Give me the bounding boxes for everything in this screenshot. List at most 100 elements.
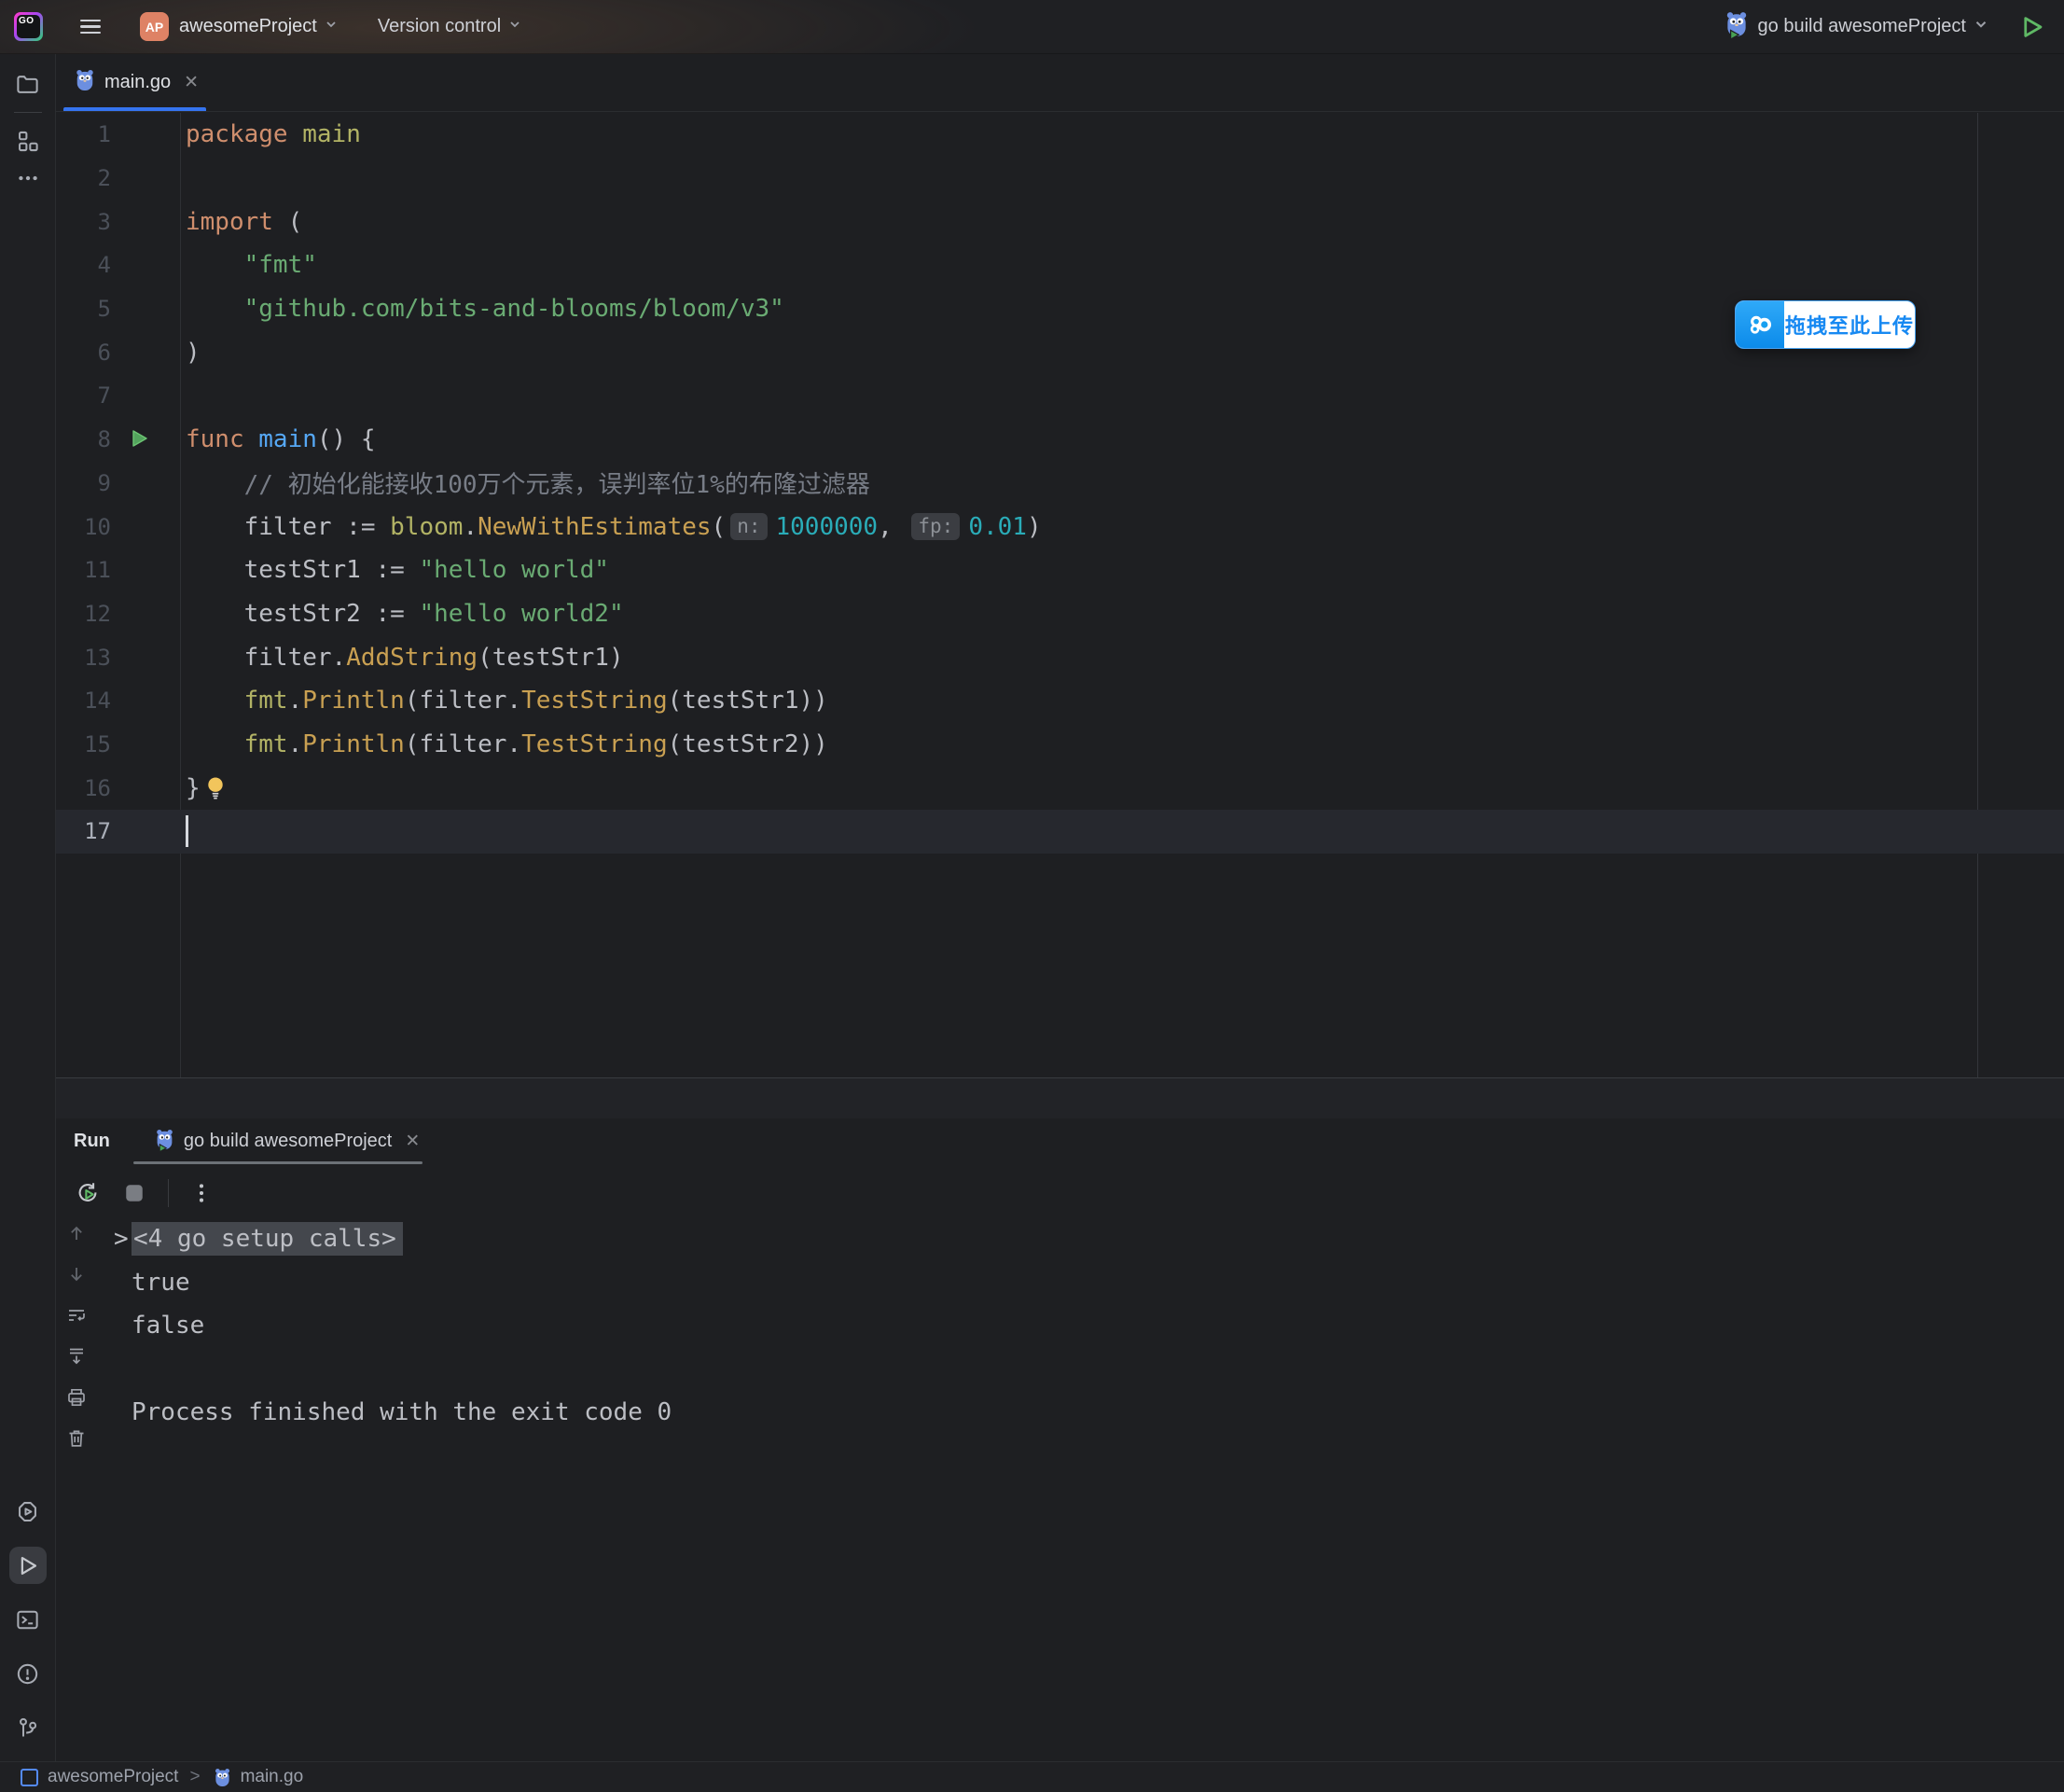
rerun-icon[interactable] (75, 1180, 101, 1206)
project-avatar[interactable]: AP (140, 12, 169, 41)
code-line[interactable]: 1package main (56, 113, 2064, 157)
breadcrumb-file[interactable]: main.go (241, 1767, 304, 1787)
text-caret (186, 815, 188, 847)
tab-main-go[interactable]: main.go ✕ (56, 54, 214, 111)
run-panel-toolbar (56, 1164, 2064, 1222)
run-panel-header: Run go build awesomeProject ✕ (56, 1118, 2064, 1164)
structure-tool-window-icon[interactable] (9, 122, 47, 160)
folded-output[interactable]: <4 go setup calls> (132, 1222, 403, 1256)
netdisk-cloud-icon (1736, 301, 1784, 348)
line-number: 2 (56, 165, 180, 191)
code-line[interactable]: 7 (56, 374, 2064, 418)
code-line[interactable]: 13 filter.AddString(testStr1) (56, 635, 2064, 679)
code-text: fmt.Println(filter.TestString(testStr1)) (186, 687, 828, 715)
project-selector[interactable]: awesomeProject (179, 16, 317, 37)
run-panel-title: Run (74, 1131, 110, 1152)
code-line[interactable]: 10 filter := bloom.NewWithEstimates(n:10… (56, 505, 2064, 549)
main-menu-icon[interactable] (80, 20, 101, 35)
stop-icon[interactable] (121, 1180, 147, 1206)
run-tool-window: Run go build awesomeProject ✕ (56, 1118, 2064, 1761)
editor-tab-bar: main.go ✕ (56, 54, 2064, 112)
console-line: Process finished with the exit code 0 (56, 1391, 2064, 1435)
chevron-down-icon (507, 17, 522, 36)
line-number: 12 (56, 601, 180, 627)
line-number: 5 (56, 296, 180, 322)
title-bar: GO AP awesomeProject Version control go … (0, 0, 2064, 54)
code-line[interactable]: 9 // 初始化能接收100万个元素，误判率位1%的布隆过滤器 (56, 462, 2064, 506)
breadcrumb-project[interactable]: awesomeProject (48, 1767, 178, 1787)
line-number: 1 (56, 121, 180, 147)
line-number: 14 (56, 688, 180, 714)
code-text: func main() { (186, 425, 376, 453)
code-text: "github.com/bits-and-blooms/bloom/v3" (186, 295, 784, 323)
gopher-run-icon (1725, 10, 1749, 43)
code-line[interactable]: 12 testStr2 := "hello world2" (56, 592, 2064, 636)
gopher-file-icon (75, 68, 95, 97)
console-text: false (132, 1312, 204, 1340)
run-tool-window-icon[interactable] (9, 1547, 47, 1584)
close-run-tab-icon[interactable]: ✕ (405, 1131, 420, 1152)
drag-upload-button[interactable]: 拖拽至此上传 (1735, 300, 1916, 349)
code-text: } (186, 774, 226, 802)
line-number: 8 (56, 426, 180, 452)
code-line[interactable]: 4 "fmt" (56, 243, 2064, 287)
code-text: testStr1 := "hello world" (186, 556, 609, 584)
console-output[interactable]: ><4 go setup calls> true false Process fini… (56, 1217, 2064, 1761)
code-line[interactable]: 11 testStr1 := "hello world" (56, 549, 2064, 592)
code-line[interactable]: 15 fmt.Println(filter.TestString(testStr… (56, 723, 2064, 767)
tab-label: main.go (104, 72, 171, 93)
drag-upload-label: 拖拽至此上传 (1784, 301, 1915, 348)
console-text: Process finished with the exit code 0 (132, 1398, 672, 1426)
code-text: fmt.Println(filter.TestString(testStr2)) (186, 730, 828, 758)
code-line[interactable]: 16} (56, 766, 2064, 810)
editor-console-splitter[interactable] (56, 1078, 2064, 1118)
run-button[interactable] (2017, 13, 2045, 41)
code-text (186, 815, 188, 847)
goland-app-icon[interactable]: GO (14, 12, 43, 41)
parameter-hint: fp: (911, 513, 960, 540)
code-line[interactable]: 2 (56, 157, 2064, 201)
chevron-down-icon (1973, 16, 1989, 37)
code-text: "fmt" (186, 251, 317, 279)
line-number: 17 (56, 818, 180, 844)
module-icon (21, 1769, 38, 1786)
code-text: testStr2 := "hello world2" (186, 600, 624, 628)
console-line: true (56, 1261, 2064, 1305)
code-text: // 初始化能接收100万个元素，误判率位1%的布隆过滤器 (186, 465, 870, 500)
intention-bulb-icon[interactable] (205, 775, 226, 800)
breadcrumb-separator: > (189, 1767, 200, 1787)
line-number: 11 (56, 557, 180, 583)
close-tab-icon[interactable]: ✕ (184, 72, 199, 93)
console-line: ><4 go setup calls> (56, 1217, 2064, 1261)
code-text: filter := bloom.NewWithEstimates(n:10000… (186, 513, 1042, 541)
code-line[interactable]: 17 (56, 810, 2064, 854)
git-branch-icon[interactable] (9, 1709, 47, 1746)
code-editor[interactable]: 1package main23import (4 "fmt"5 "github.… (56, 113, 2064, 1078)
run-line-marker-icon[interactable] (128, 427, 150, 450)
code-line[interactable]: 3import ( (56, 200, 2064, 243)
line-number: 15 (56, 731, 180, 757)
services-tool-window-icon[interactable] (9, 1493, 47, 1530)
run-configuration-selector[interactable]: go build awesomeProject (1725, 10, 1989, 43)
terminal-tool-window-icon[interactable] (9, 1601, 47, 1638)
code-line[interactable]: 14 fmt.Println(filter.TestString(testStr… (56, 679, 2064, 723)
problems-tool-window-icon[interactable] (9, 1655, 47, 1692)
run-configuration-label: go build awesomeProject (1758, 16, 1966, 37)
run-tab-go-build[interactable]: go build awesomeProject ✕ (155, 1128, 420, 1156)
fold-chevron[interactable]: > (114, 1225, 129, 1253)
console-line: false (56, 1304, 2064, 1348)
line-number: 10 (56, 514, 180, 540)
line-number: 13 (56, 645, 180, 671)
code-line[interactable]: 8func main() { (56, 418, 2064, 462)
chevron-down-icon (324, 17, 339, 36)
more-options-icon[interactable] (189, 1181, 214, 1205)
code-text: import ( (186, 208, 302, 236)
run-tab-label: go build awesomeProject (184, 1131, 392, 1152)
line-number: 9 (56, 470, 180, 496)
code-text: package main (186, 120, 361, 148)
project-tool-window-icon[interactable] (9, 65, 47, 103)
version-control-menu[interactable]: Version control (378, 16, 501, 37)
more-tool-windows-icon[interactable] (9, 160, 47, 197)
console-text: true (132, 1269, 190, 1297)
line-number: 6 (56, 340, 180, 366)
